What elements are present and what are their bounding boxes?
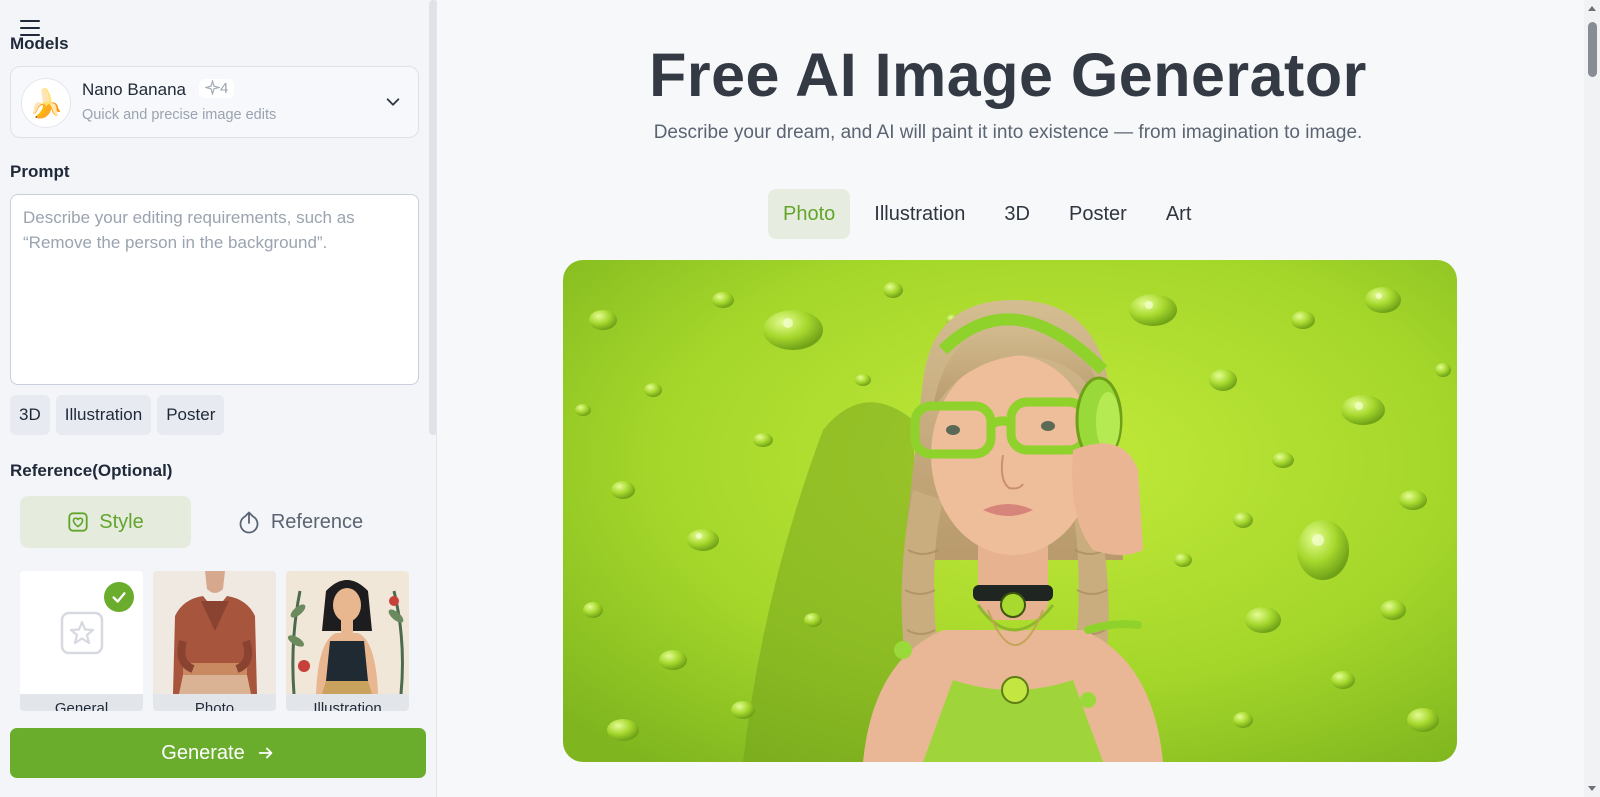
- style-card-illustration[interactable]: Illustration: [286, 571, 409, 711]
- style-thumbnail-photo: [153, 571, 276, 694]
- sidebar: Models 🍌 Nano Banana 4 Quick and precise…: [0, 0, 437, 797]
- prompt-input[interactable]: [10, 194, 419, 385]
- category-tabs: Photo Illustration 3D Poster Art: [768, 189, 1206, 239]
- style-label-general: General: [20, 694, 143, 711]
- style-label-photo: Photo: [153, 694, 276, 711]
- model-description: Quick and precise image edits: [82, 107, 277, 123]
- model-credits-value: 4: [220, 80, 229, 97]
- models-heading: Models: [10, 34, 69, 53]
- tab-poster[interactable]: Poster: [1054, 189, 1142, 239]
- tab-photo[interactable]: Photo: [768, 189, 851, 239]
- banana-icon: 🍌: [21, 78, 71, 128]
- scroll-up-arrow-icon[interactable]: [1588, 6, 1596, 11]
- style-grid: General Photo Illustration: [20, 571, 409, 711]
- sidebar-scrollbar[interactable]: [429, 0, 436, 435]
- tab-art[interactable]: Art: [1151, 189, 1207, 239]
- style-card-photo[interactable]: Photo: [153, 571, 276, 711]
- page-subtitle: Describe your dream, and AI will paint i…: [653, 122, 1363, 143]
- model-name: Nano Banana: [82, 80, 186, 99]
- generate-button[interactable]: Generate: [10, 728, 426, 778]
- style-thumbnail-illustration: [286, 571, 409, 695]
- tab-illustration[interactable]: Illustration: [859, 189, 980, 239]
- scroll-down-arrow-icon[interactable]: [1588, 786, 1596, 791]
- tab-reference-label: Reference: [270, 510, 364, 533]
- scrollbar-thumb[interactable]: [1588, 22, 1597, 77]
- upload-icon: [239, 511, 259, 534]
- style-icon: [68, 512, 88, 532]
- tag-poster[interactable]: Poster: [157, 395, 225, 435]
- tab-3d[interactable]: 3D: [989, 189, 1045, 239]
- hero-image: [563, 260, 1457, 762]
- tag-3d[interactable]: 3D: [10, 395, 50, 435]
- style-card-general[interactable]: General: [20, 571, 143, 711]
- model-credits-badge: 4: [199, 78, 235, 98]
- page-scrollbar[interactable]: [1584, 0, 1600, 797]
- tag-illustration[interactable]: Illustration: [55, 395, 152, 435]
- hero-illustration: [563, 260, 1457, 762]
- page-title: Free AI Image Generator: [649, 41, 1367, 109]
- star-icon: [60, 611, 104, 655]
- prompt-heading: Prompt: [10, 162, 70, 181]
- sparkle-icon: [203, 78, 222, 97]
- tab-style[interactable]: Style: [20, 496, 191, 548]
- reference-heading: Reference(Optional): [10, 461, 173, 480]
- tab-reference[interactable]: Reference: [200, 496, 400, 548]
- generate-button-label: Generate: [161, 741, 245, 764]
- tab-style-label: Style: [99, 510, 144, 533]
- menu-icon[interactable]: [20, 18, 40, 36]
- style-label-illustration: Illustration: [286, 694, 409, 711]
- prompt-tags: 3D Illustration Poster: [10, 395, 225, 435]
- arrow-right-icon: [258, 747, 272, 759]
- selected-check-icon: [104, 582, 134, 612]
- chevron-down-icon[interactable]: [384, 93, 402, 111]
- model-selector[interactable]: 🍌 Nano Banana 4 Quick and precise image …: [10, 66, 419, 138]
